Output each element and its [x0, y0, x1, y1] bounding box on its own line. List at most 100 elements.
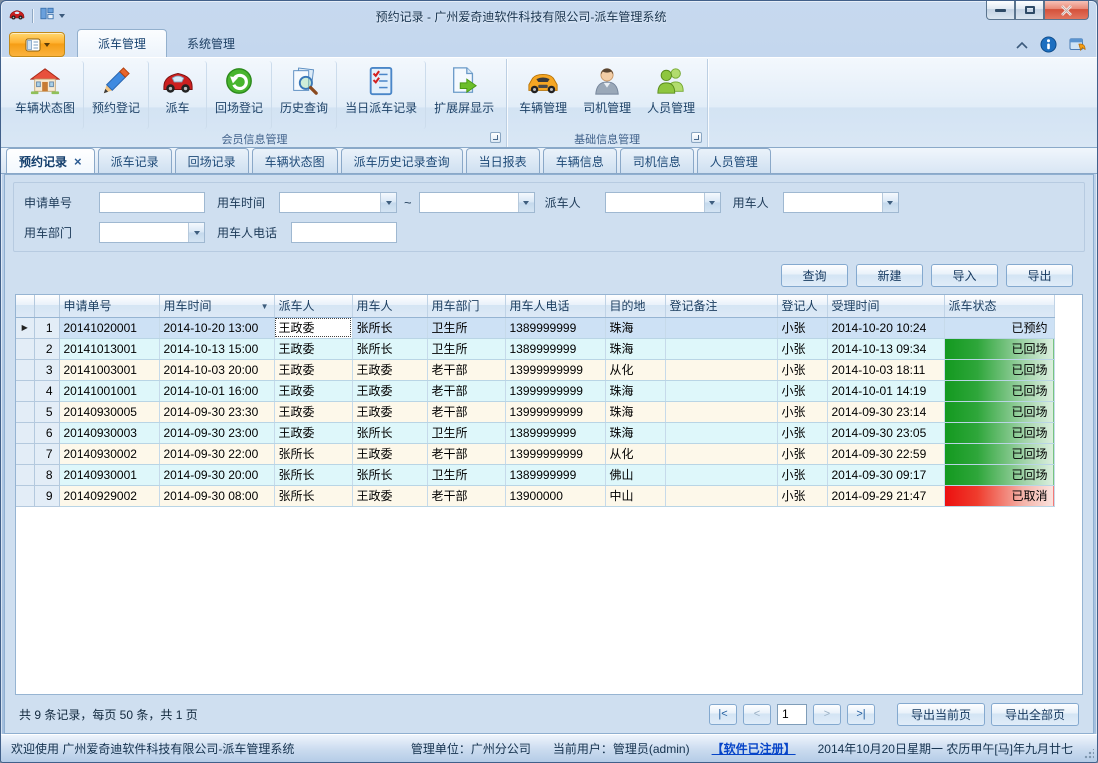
- cell-accept-time[interactable]: 2014-10-03 18:11: [827, 359, 944, 380]
- cell-dispatch-status[interactable]: 已回场: [944, 359, 1054, 380]
- chevron-down-icon[interactable]: [704, 193, 720, 212]
- cell-accept-time[interactable]: 2014-09-29 21:47: [827, 485, 944, 506]
- table-row[interactable]: 6201409300032014-09-30 23:00王政委张所长卫生所138…: [16, 422, 1054, 443]
- row-selector-cell[interactable]: [16, 380, 34, 401]
- cell-remark[interactable]: [665, 464, 777, 485]
- cell-remark[interactable]: [665, 380, 777, 401]
- cell-order-no[interactable]: 20140930002: [59, 443, 159, 464]
- cell-dispatcher[interactable]: 王政委: [274, 422, 352, 443]
- cell-dispatch-status[interactable]: 已回场: [944, 443, 1054, 464]
- cell-remark[interactable]: [665, 359, 777, 380]
- doc-tab-vehicle-info[interactable]: 车辆信息: [543, 148, 617, 173]
- table-row[interactable]: 2201410130012014-10-13 15:00王政委张所长卫生所138…: [16, 338, 1054, 359]
- cell-remark[interactable]: [665, 485, 777, 506]
- ribbon-button-today-dispatch-records[interactable]: 当日派车记录: [337, 61, 426, 129]
- cell-department[interactable]: 卫生所: [427, 464, 505, 485]
- department-combo[interactable]: [99, 222, 205, 243]
- row-selector-cell[interactable]: [16, 443, 34, 464]
- cell-remark[interactable]: [665, 401, 777, 422]
- app-car-icon[interactable]: [9, 7, 25, 26]
- export-current-page-button[interactable]: 导出当前页: [897, 703, 985, 726]
- column-header-accept-time[interactable]: 受理时间: [827, 295, 944, 317]
- close-button[interactable]: [1044, 1, 1089, 20]
- page-number-input[interactable]: [777, 704, 807, 725]
- cell-phone[interactable]: 1389999999: [505, 317, 605, 338]
- cell-dispatcher[interactable]: 张所长: [274, 485, 352, 506]
- cell-dispatch-status[interactable]: 已预约: [944, 317, 1054, 338]
- cell-remark[interactable]: [665, 422, 777, 443]
- cell-department[interactable]: 卫生所: [427, 317, 505, 338]
- column-header-phone[interactable]: 用车人电话: [505, 295, 605, 317]
- phone-input[interactable]: [291, 222, 397, 243]
- column-header-order-no[interactable]: 申请单号: [59, 295, 159, 317]
- cell-accept-time[interactable]: 2014-10-01 14:19: [827, 380, 944, 401]
- cell-order-no[interactable]: 20140930003: [59, 422, 159, 443]
- cell-accept-time[interactable]: 2014-09-30 22:59: [827, 443, 944, 464]
- cell-registrar[interactable]: 小张: [777, 464, 827, 485]
- cell-accept-time[interactable]: 2014-09-30 09:17: [827, 464, 944, 485]
- cell-registrar[interactable]: 小张: [777, 317, 827, 338]
- cell-use-time[interactable]: 2014-09-30 20:00: [159, 464, 274, 485]
- cell-remark[interactable]: [665, 317, 777, 338]
- cell-phone[interactable]: 13999999999: [505, 443, 605, 464]
- application-menu-button[interactable]: [9, 32, 65, 57]
- doc-tab-personnel[interactable]: 人员管理: [697, 148, 771, 173]
- column-header-registrar[interactable]: 登记人: [777, 295, 827, 317]
- row-selector-cell[interactable]: [16, 401, 34, 422]
- cell-phone[interactable]: 13999999999: [505, 380, 605, 401]
- cell-department[interactable]: 老干部: [427, 380, 505, 401]
- cell-dispatch-status[interactable]: 已回场: [944, 380, 1054, 401]
- cell-destination[interactable]: 佛山: [605, 464, 665, 485]
- ribbon-button-history-query[interactable]: 历史查询: [272, 61, 337, 129]
- license-registered-link[interactable]: 【软件已注册】: [712, 740, 796, 757]
- column-header-destination[interactable]: 目的地: [605, 295, 665, 317]
- table-row[interactable]: ▶1201410200012014-10-20 13:00王政委张所长卫生所13…: [16, 317, 1054, 338]
- cell-car-user[interactable]: 张所长: [352, 338, 427, 359]
- query-button[interactable]: 查询: [781, 264, 848, 287]
- cell-destination[interactable]: 从化: [605, 443, 665, 464]
- table-row[interactable]: 3201410030012014-10-03 20:00王政委王政委老干部139…: [16, 359, 1054, 380]
- chevron-down-icon[interactable]: [188, 223, 204, 242]
- cell-car-user[interactable]: 王政委: [352, 401, 427, 422]
- cell-department[interactable]: 卫生所: [427, 422, 505, 443]
- cell-accept-time[interactable]: 2014-09-30 23:14: [827, 401, 944, 422]
- cell-phone[interactable]: 1389999999: [505, 464, 605, 485]
- cell-registrar[interactable]: 小张: [777, 338, 827, 359]
- cell-destination[interactable]: 珠海: [605, 380, 665, 401]
- column-header-department[interactable]: 用车部门: [427, 295, 505, 317]
- export-button[interactable]: 导出: [1006, 264, 1073, 287]
- cell-order-no[interactable]: 20141001001: [59, 380, 159, 401]
- table-row[interactable]: 8201409300012014-09-30 20:00张所长张所长卫生所138…: [16, 464, 1054, 485]
- cell-remark[interactable]: [665, 443, 777, 464]
- cell-phone[interactable]: 1389999999: [505, 422, 605, 443]
- table-row[interactable]: 4201410010012014-10-01 16:00王政委王政委老干部139…: [16, 380, 1054, 401]
- cell-registrar[interactable]: 小张: [777, 401, 827, 422]
- use-time-to-combo[interactable]: [419, 192, 535, 213]
- table-row[interactable]: 5201409300052014-09-30 23:30王政委王政委老干部139…: [16, 401, 1054, 422]
- ribbon-tab-dispatch[interactable]: 派车管理: [77, 29, 167, 57]
- column-header-dispatch-status[interactable]: 派车状态: [944, 295, 1054, 317]
- close-tab-icon[interactable]: ×: [74, 157, 82, 167]
- ribbon-button-extended-screen[interactable]: 扩展屏显示: [426, 61, 502, 129]
- use-time-from-combo[interactable]: [279, 192, 397, 213]
- last-page-button[interactable]: >|: [847, 704, 875, 725]
- cell-registrar[interactable]: 小张: [777, 422, 827, 443]
- cell-car-user[interactable]: 张所长: [352, 317, 427, 338]
- cell-department[interactable]: 老干部: [427, 401, 505, 422]
- skin-style-icon[interactable]: [1069, 37, 1087, 53]
- ribbon-button-return-register[interactable]: 回场登记: [207, 61, 272, 129]
- cell-destination[interactable]: 珠海: [605, 317, 665, 338]
- cell-use-time[interactable]: 2014-09-30 23:30: [159, 401, 274, 422]
- cell-order-no[interactable]: 20140929002: [59, 485, 159, 506]
- row-selector-cell[interactable]: ▶: [16, 317, 34, 338]
- cell-phone[interactable]: 13999999999: [505, 359, 605, 380]
- cell-use-time[interactable]: 2014-09-30 22:00: [159, 443, 274, 464]
- column-header-dispatcher[interactable]: 派车人: [274, 295, 352, 317]
- cell-use-time[interactable]: 2014-10-13 15:00: [159, 338, 274, 359]
- dialog-launcher-icon[interactable]: [691, 132, 702, 143]
- cell-order-no[interactable]: 20140930001: [59, 464, 159, 485]
- row-selector-cell[interactable]: [16, 359, 34, 380]
- table-row[interactable]: 7201409300022014-09-30 22:00张所长王政委老干部139…: [16, 443, 1054, 464]
- collapse-ribbon-icon[interactable]: [1016, 41, 1028, 49]
- next-page-button[interactable]: >: [813, 704, 841, 725]
